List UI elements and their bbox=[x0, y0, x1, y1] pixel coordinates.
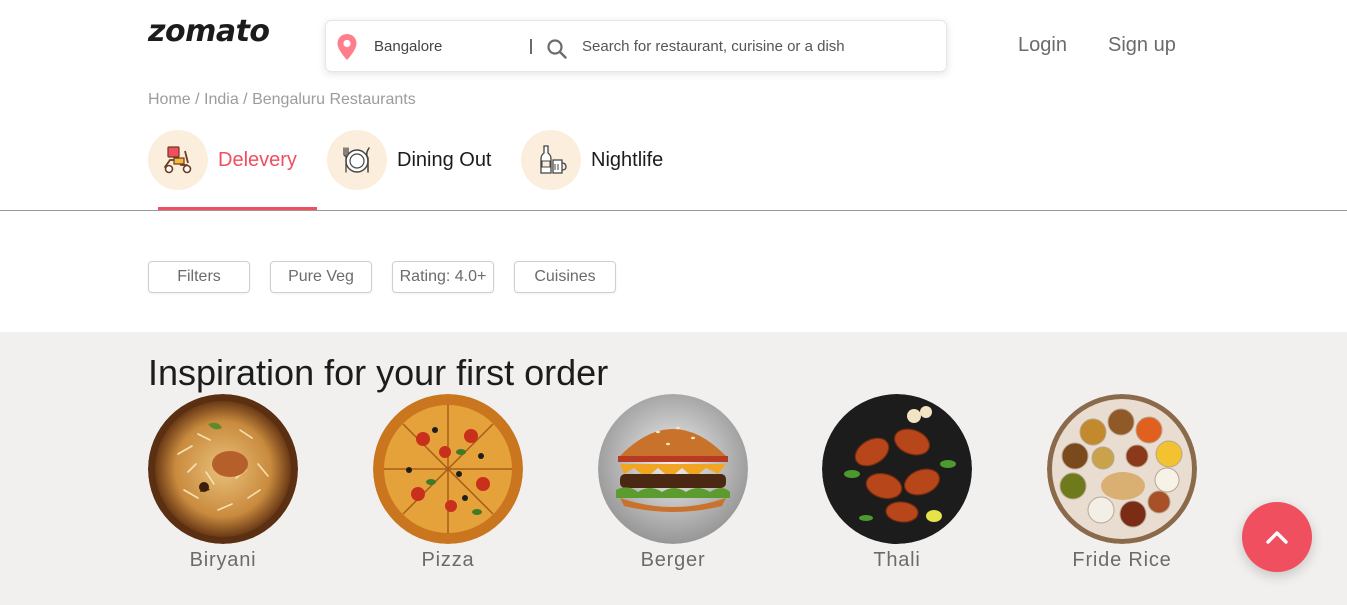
tab-nightlife[interactable]: Nightlife bbox=[521, 130, 663, 190]
inspiration-section: Inspiration for your first order Biryani… bbox=[0, 332, 1347, 605]
search-icon bbox=[547, 39, 567, 59]
tab-dining-out-label: Dining Out bbox=[397, 148, 492, 171]
tab-nightlife-label: Nightlife bbox=[591, 148, 664, 171]
food-item-biryani[interactable]: Biryani bbox=[148, 394, 298, 571]
chevron-up-icon bbox=[1266, 531, 1288, 544]
food-item-burger[interactable]: Berger bbox=[598, 394, 748, 571]
tab-delivery-label: Delevery bbox=[218, 148, 297, 171]
fried-rice-image bbox=[1047, 394, 1197, 544]
tab-delivery[interactable]: Delevery bbox=[148, 130, 297, 190]
food-item-label: Berger bbox=[640, 549, 706, 571]
search-input[interactable] bbox=[582, 29, 932, 63]
breadcrumb-separator: / bbox=[238, 91, 253, 108]
cuisines-filter[interactable]: Cuisines bbox=[514, 261, 616, 293]
food-item-label: Fride Rice bbox=[1072, 549, 1172, 571]
thali-image bbox=[822, 394, 972, 544]
food-item-label: Thali bbox=[873, 549, 921, 571]
food-item-fried-rice[interactable]: Fride Rice bbox=[1047, 394, 1197, 571]
breadcrumb-city[interactable]: Bengaluru Restaurants bbox=[252, 91, 416, 108]
nightlife-bottle-icon bbox=[540, 145, 567, 174]
location-pin-icon[interactable] bbox=[336, 33, 358, 61]
biryani-image bbox=[148, 394, 298, 544]
burger-image bbox=[598, 394, 748, 544]
rating-filter[interactable]: Rating: 4.0+ bbox=[392, 261, 494, 293]
scroll-to-top-button[interactable] bbox=[1242, 502, 1312, 572]
food-item-label: Pizza bbox=[421, 549, 475, 571]
search-bar: Bangalore bbox=[325, 20, 947, 72]
signup-link[interactable]: Sign up bbox=[1108, 34, 1176, 57]
food-item-pizza[interactable]: Pizza bbox=[373, 394, 523, 571]
login-link[interactable]: Login bbox=[1018, 34, 1067, 57]
pure-veg-filter[interactable]: Pure Veg bbox=[270, 261, 372, 293]
zomato-logo[interactable]: zomato bbox=[148, 14, 270, 49]
delivery-scooter-icon bbox=[164, 146, 192, 174]
dining-plate-icon bbox=[343, 147, 370, 173]
breadcrumb-country[interactable]: India bbox=[204, 91, 239, 108]
breadcrumb-home[interactable]: Home bbox=[148, 91, 191, 108]
header: zomato Bangalore Login Sign up bbox=[0, 0, 1347, 90]
breadcrumb: Home / India / Bengaluru Restaurants bbox=[148, 91, 416, 109]
pizza-image bbox=[373, 394, 523, 544]
tab-dining-icon-circle bbox=[327, 130, 387, 190]
category-tabs: Delevery Dining Out Nightlife bbox=[0, 125, 1347, 211]
tab-dining-out[interactable]: Dining Out bbox=[327, 130, 492, 190]
tab-nightlife-icon-circle bbox=[521, 130, 581, 190]
search-divider bbox=[530, 39, 532, 54]
location-text[interactable]: Bangalore bbox=[374, 38, 442, 55]
inspiration-title: Inspiration for your first order bbox=[148, 352, 609, 393]
food-item-label: Biryani bbox=[189, 549, 257, 571]
filters-button[interactable]: Filters bbox=[148, 261, 250, 293]
tab-delivery-icon-circle bbox=[148, 130, 208, 190]
breadcrumb-separator: / bbox=[190, 91, 205, 108]
active-tab-indicator bbox=[158, 207, 317, 210]
food-item-thali[interactable]: Thali bbox=[822, 394, 972, 571]
